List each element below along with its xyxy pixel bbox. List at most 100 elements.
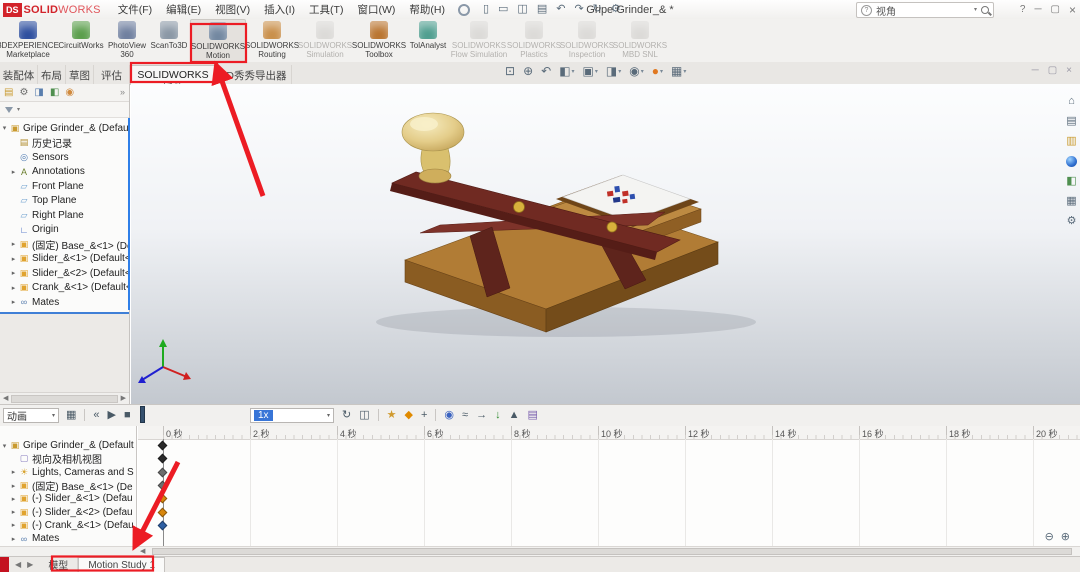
motion-tree-item-slider-2[interactable]: ▸ ▣ (-) Slider_&<2> (Defau <box>0 505 136 518</box>
key-point[interactable] <box>157 440 168 451</box>
featuremanager-tab-icon[interactable]: ▤ <box>4 87 13 98</box>
timeline-zoom-in-icon[interactable]: ⊕ <box>1061 532 1070 543</box>
tab-sketch[interactable]: 草图 <box>66 65 94 84</box>
minimize-icon[interactable]: ─ <box>1034 4 1041 15</box>
animation-wizard-icon[interactable]: ★ <box>387 409 397 421</box>
expander-icon[interactable]: ▸ <box>9 521 18 529</box>
doc-restore-icon[interactable]: ▢ <box>1048 66 1057 76</box>
menu-view[interactable]: 视图(V) <box>208 2 257 17</box>
expander-icon[interactable]: ▸ <box>9 495 18 503</box>
doc-close-icon[interactable]: × <box>1066 66 1072 76</box>
expander-icon[interactable]: ▸ <box>9 240 18 248</box>
new-document-icon[interactable]: ▯ <box>480 4 492 15</box>
menu-tools[interactable]: 工具(T) <box>302 2 350 17</box>
timeline-ruler[interactable]: 0 秒 2 秒 4 秒 6 秒 8 秒 10 秒 12 秒 14 秒 16 秒 … <box>138 426 1080 440</box>
options-icon[interactable]: ⚙ <box>608 4 624 15</box>
zoom-area-icon[interactable]: ⊕ <box>523 65 533 77</box>
home-icon[interactable]: ⌂ <box>1068 96 1075 107</box>
gravity-icon[interactable]: ↓ <box>495 409 501 421</box>
playback-speed-select[interactable]: 1x ▾ <box>250 408 334 423</box>
view-palette-icon[interactable]: ▦ <box>1066 196 1076 207</box>
save-icon[interactable]: ◫ <box>514 4 530 15</box>
displaymanager-tab-icon[interactable]: ◉ <box>65 87 74 98</box>
feature-tree-item-origin[interactable]: ∟ Origin <box>0 223 129 238</box>
feature-tree-item-mates[interactable]: ▸ ∞ Mates <box>0 295 129 310</box>
filter-icon[interactable] <box>5 106 13 113</box>
menu-edit[interactable]: 编辑(E) <box>159 2 208 17</box>
feature-tree-item-right-plane[interactable]: ▱ Right Plane <box>0 208 129 223</box>
ribbon-button-solidworks-toolbox[interactable]: SOLIDWORKS Toolbox <box>352 19 406 62</box>
edit-appearance-icon[interactable]: ● <box>652 65 659 77</box>
motion-tree-item-root[interactable]: ▾ ▣ Gripe Grinder_& (Default <box>0 439 136 452</box>
graphics-viewport[interactable]: ⌂ ▤ ▥ ◧ ▦ ⚙ <box>131 84 1080 404</box>
ribbon-button-tolanalyst[interactable]: TolAnalyst <box>406 19 450 62</box>
timeline-body[interactable]: ⊖ ⊕ <box>138 439 1080 546</box>
open-icon[interactable]: ▭ <box>495 4 511 15</box>
expander-icon[interactable]: ▸ <box>9 298 18 306</box>
close-icon[interactable]: × <box>1069 4 1076 16</box>
ribbon-button-solidworks-motion[interactable]: SOLIDWORKS Motion <box>190 19 246 62</box>
timeline-horizontal-scrollbar[interactable]: ◀ <box>0 546 1080 556</box>
expander-icon[interactable]: ▾ <box>0 124 9 132</box>
dimxpertmanager-tab-icon[interactable]: ◧ <box>50 87 59 98</box>
feature-tree-item-root[interactable]: ▾▣Gripe Grinder_& (Default<D <box>0 121 129 136</box>
expander-icon[interactable]: ▸ <box>9 255 18 263</box>
search-scope-icon[interactable]: ? <box>861 4 872 16</box>
view-orientation-icon[interactable]: ▣ <box>583 65 594 77</box>
redo-icon[interactable]: ↷ <box>571 4 586 15</box>
ribbon-button-3dexperience-marketplace[interactable]: 3DEXPERIENCE Marketplace <box>0 19 59 62</box>
feature-tree-item-history[interactable]: ▤ 历史记录 <box>0 136 129 150</box>
key-point[interactable] <box>157 520 168 531</box>
key-point[interactable] <box>157 507 168 518</box>
ribbon-button-circuitworks[interactable]: CircuitWorks <box>56 19 106 62</box>
feature-tree-item-sensors[interactable]: ◎ Sensors <box>0 150 129 165</box>
feature-tree-item-annotations[interactable]: ▸ A Annotations <box>0 165 129 180</box>
timebar-grip[interactable] <box>140 406 145 423</box>
search-box[interactable]: ? 视角 ▾ <box>856 2 994 18</box>
restore-icon[interactable]: ▢ <box>1051 4 1060 15</box>
design-library-icon[interactable]: ▥ <box>1066 136 1076 147</box>
chevron-down-icon[interactable]: ▾ <box>974 7 977 13</box>
autokey-icon[interactable]: ◆ <box>405 409 413 421</box>
motion-tree-item-slider-1[interactable]: ▸ ▣ (-) Slider_&<1> (Defau <box>0 492 136 505</box>
play-from-start-icon[interactable]: « <box>93 409 99 421</box>
expander-icon[interactable]: ▸ <box>9 269 18 277</box>
tab-assembly[interactable]: 装配体 <box>0 65 38 84</box>
previous-view-icon[interactable]: ↶ <box>541 65 551 77</box>
tab-layout[interactable]: 布局 <box>38 65 66 84</box>
doc-minimize-icon[interactable]: ─ <box>1032 66 1039 76</box>
motion-tree-item-crank[interactable]: ▸ ▣ (-) Crank_&<1> (Defau <box>0 519 136 532</box>
ribbon-button-scanto3d[interactable]: ScanTo3D <box>148 19 190 62</box>
expander-icon[interactable]: ▸ <box>9 482 18 490</box>
scrollbar-thumb[interactable] <box>11 394 118 403</box>
scroll-left-icon[interactable]: ◀ <box>3 395 8 402</box>
add-key-icon[interactable]: + <box>421 409 427 421</box>
tab-evaluate[interactable]: 评估 <box>94 65 130 84</box>
ribbon-button-solidworks-routing[interactable]: SOLIDWORKS Routing <box>245 19 299 62</box>
zoom-fit-icon[interactable]: ⊡ <box>505 65 515 77</box>
stop-icon[interactable]: ■ <box>124 409 131 421</box>
key-point[interactable] <box>157 453 168 464</box>
panel-splitter[interactable] <box>128 118 130 310</box>
expander-icon[interactable]: ▸ <box>9 508 18 516</box>
key-point[interactable] <box>157 480 168 491</box>
propertymanager-tab-icon[interactable]: ⚙ <box>19 87 28 98</box>
chevron-down-icon[interactable]: ▾ <box>17 107 20 113</box>
expander-icon[interactable]: ▸ <box>9 168 18 176</box>
scroll-left-icon[interactable]: ◀ <box>140 548 145 555</box>
tab-3dxiuxiu-exporter[interactable]: 3D秀秀导出器 <box>216 65 292 84</box>
search-input[interactable]: 视角 <box>876 3 970 18</box>
contact-icon[interactable]: ▲ <box>509 409 520 421</box>
ribbon-button-photoview-360[interactable]: PhotoView 360 <box>106 19 148 62</box>
expander-icon[interactable]: ▸ <box>9 535 18 543</box>
custom-properties-icon[interactable]: ⚙ <box>1067 216 1077 227</box>
feature-tree-item-slider-2[interactable]: ▸ ▣ Slider_&<2> (Default< <box>0 266 129 281</box>
tab-scroll-right-icon[interactable]: ▶ <box>27 560 33 569</box>
appearance-ball-icon[interactable] <box>1066 156 1077 167</box>
motion-tree-item-base[interactable]: ▸ ▣ (固定) Base_&<1> (De <box>0 479 136 492</box>
menu-help[interactable]: 帮助(H) <box>402 2 452 17</box>
search-icon[interactable] <box>981 6 989 14</box>
calculate-icon[interactable]: ▦ <box>66 409 76 421</box>
key-point[interactable] <box>157 467 168 478</box>
force-icon[interactable]: → <box>476 409 487 421</box>
